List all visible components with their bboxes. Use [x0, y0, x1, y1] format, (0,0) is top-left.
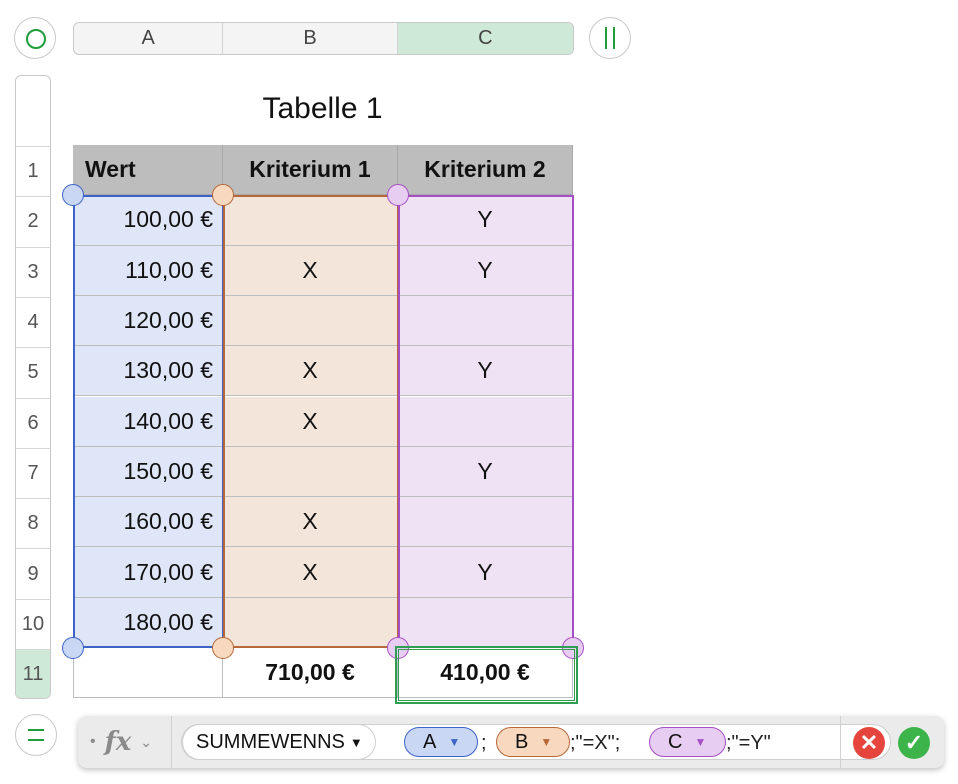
reference-label: C — [668, 730, 683, 753]
row-header-11[interactable]: 11 — [16, 649, 50, 698]
selected-cell-outline — [395, 646, 578, 704]
cancel-icon[interactable]: ✕ — [853, 727, 885, 759]
pause-bars-icon — [605, 27, 615, 49]
table-cell[interactable] — [223, 597, 398, 648]
table-cell[interactable]: X — [223, 346, 398, 397]
table-cell[interactable]: 150,00 € — [73, 446, 223, 498]
table-cell[interactable]: Y — [398, 245, 573, 296]
select-all-button[interactable] — [14, 17, 56, 59]
total-cell[interactable] — [73, 648, 223, 699]
fx-icon: fx — [104, 727, 132, 757]
dot-indicator: • — [90, 733, 96, 750]
total-cell[interactable]: 710,00 € — [223, 648, 398, 699]
table-cell[interactable] — [398, 597, 573, 648]
column-header-c[interactable]: C — [397, 23, 573, 54]
range-a-end-handle[interactable] — [62, 637, 84, 659]
table-cell[interactable]: 110,00 € — [73, 245, 223, 296]
reference-token-b[interactable]: B ▼ — [496, 727, 570, 757]
reference-label: B — [515, 730, 529, 753]
function-name: SUMMEWENNS — [196, 730, 345, 753]
table-cell[interactable]: 160,00 € — [73, 497, 223, 548]
row-header-10[interactable]: 10 — [16, 598, 50, 649]
dropdown-triangle-icon: ▼ — [540, 735, 553, 749]
function-menu[interactable]: • fx ⌄ — [78, 716, 172, 768]
table-cell[interactable] — [223, 446, 398, 498]
formula-input[interactable]: SUMMEWENNS ▼ A ▼; B ▼ ;"=X"; C ▼ ;"=Y" — [181, 724, 891, 760]
header-cell[interactable]: Kriterium 2 — [398, 145, 573, 196]
row-header-6[interactable]: 6 — [16, 397, 50, 448]
divider — [840, 716, 841, 768]
formula-toggle-button[interactable] — [15, 714, 57, 756]
dropdown-triangle-icon: ▼ — [448, 735, 461, 749]
circle-icon — [26, 29, 46, 49]
row-header-7[interactable]: 7 — [16, 447, 50, 498]
dropdown-triangle-icon: ▼ — [349, 734, 363, 750]
equals-icon — [28, 729, 44, 741]
table-cell[interactable]: 140,00 € — [73, 396, 223, 447]
table-cell[interactable]: Y — [398, 346, 573, 397]
freeze-columns-button[interactable] — [589, 17, 631, 59]
function-token[interactable]: SUMMEWENNS ▼ — [182, 724, 376, 760]
formula-literal: ;"=Y" — [726, 732, 771, 754]
row-header-8[interactable]: 8 — [16, 498, 50, 548]
column-header-bar: A B C — [73, 22, 574, 55]
row-header-2[interactable]: 2 — [16, 196, 50, 246]
table-title[interactable]: Tabelle 1 — [230, 92, 415, 126]
reference-token-c[interactable]: C ▼ — [649, 727, 726, 757]
table-cell[interactable]: Y — [398, 446, 573, 498]
row-header-4[interactable]: 4 — [16, 296, 50, 347]
table-cell[interactable] — [398, 295, 573, 347]
table-cell[interactable]: X — [223, 396, 398, 447]
dropdown-triangle-icon: ▼ — [694, 735, 707, 749]
table-cell[interactable]: 180,00 € — [73, 597, 223, 648]
formula-literal: ;"=X"; — [570, 732, 621, 754]
table-cell[interactable] — [223, 295, 398, 347]
row-header-bar: 1 2 3 4 5 6 7 8 9 10 11 — [15, 75, 51, 699]
confirm-icon[interactable]: ✓ — [898, 727, 930, 759]
table-cell[interactable] — [398, 396, 573, 447]
header-cell[interactable]: Wert — [73, 145, 223, 196]
formula-literal: ; — [481, 732, 487, 754]
table-cell[interactable]: 120,00 € — [73, 295, 223, 347]
row-header-9[interactable]: 9 — [16, 548, 50, 598]
table-cell[interactable]: 100,00 € — [73, 195, 223, 246]
chevron-down-icon: ⌄ — [140, 733, 153, 750]
table-cell[interactable]: Y — [398, 195, 573, 246]
table-cell[interactable]: Y — [398, 547, 573, 598]
range-b-end-handle[interactable] — [212, 637, 234, 659]
row-header-3[interactable]: 3 — [16, 246, 50, 297]
table-cell[interactable]: X — [223, 497, 398, 548]
table-cell[interactable] — [223, 195, 398, 246]
table-cell[interactable]: 130,00 € — [73, 346, 223, 397]
table-cell[interactable]: X — [223, 245, 398, 296]
row-header-5[interactable]: 5 — [16, 347, 50, 397]
column-header-a[interactable]: A — [74, 23, 224, 54]
column-header-b[interactable]: B — [223, 23, 398, 54]
table-cell[interactable] — [398, 497, 573, 548]
header-cell[interactable]: Kriterium 1 — [223, 145, 398, 196]
table-cell[interactable]: X — [223, 547, 398, 598]
reference-label: A — [423, 730, 437, 753]
formula-editor: • fx ⌄ SUMMEWENNS ▼ A ▼; B ▼ ;"=X"; C ▼ ;"=Y" ✕… — [78, 716, 944, 768]
reference-token-a[interactable]: A ▼ — [404, 727, 478, 757]
row-header-1[interactable]: 1 — [16, 146, 50, 196]
table-cell[interactable]: 170,00 € — [73, 547, 223, 598]
